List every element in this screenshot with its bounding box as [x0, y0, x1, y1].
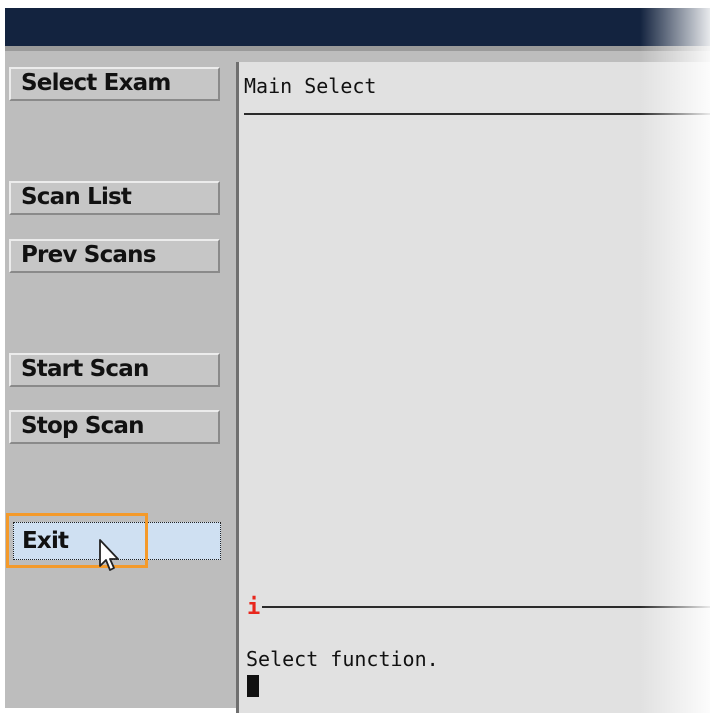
- scan-list-button[interactable]: Scan List: [9, 181, 220, 215]
- panel-title-divider: [244, 113, 710, 115]
- select-exam-button[interactable]: Select Exam: [9, 67, 220, 101]
- status-divider: [262, 606, 710, 608]
- stop-scan-button[interactable]: Stop Scan: [9, 410, 220, 444]
- exit-highlight-box: [6, 513, 148, 568]
- panel-title: Main Select: [244, 74, 377, 98]
- status-message: Select function.: [246, 647, 439, 671]
- prev-scans-button[interactable]: Prev Scans: [9, 239, 220, 273]
- mouse-pointer-icon: [99, 539, 119, 571]
- info-icon: i: [247, 595, 261, 620]
- text-cursor: [247, 675, 259, 697]
- title-bar: [5, 8, 710, 46]
- main-panel: [236, 62, 710, 713]
- start-scan-button[interactable]: Start Scan: [9, 353, 220, 387]
